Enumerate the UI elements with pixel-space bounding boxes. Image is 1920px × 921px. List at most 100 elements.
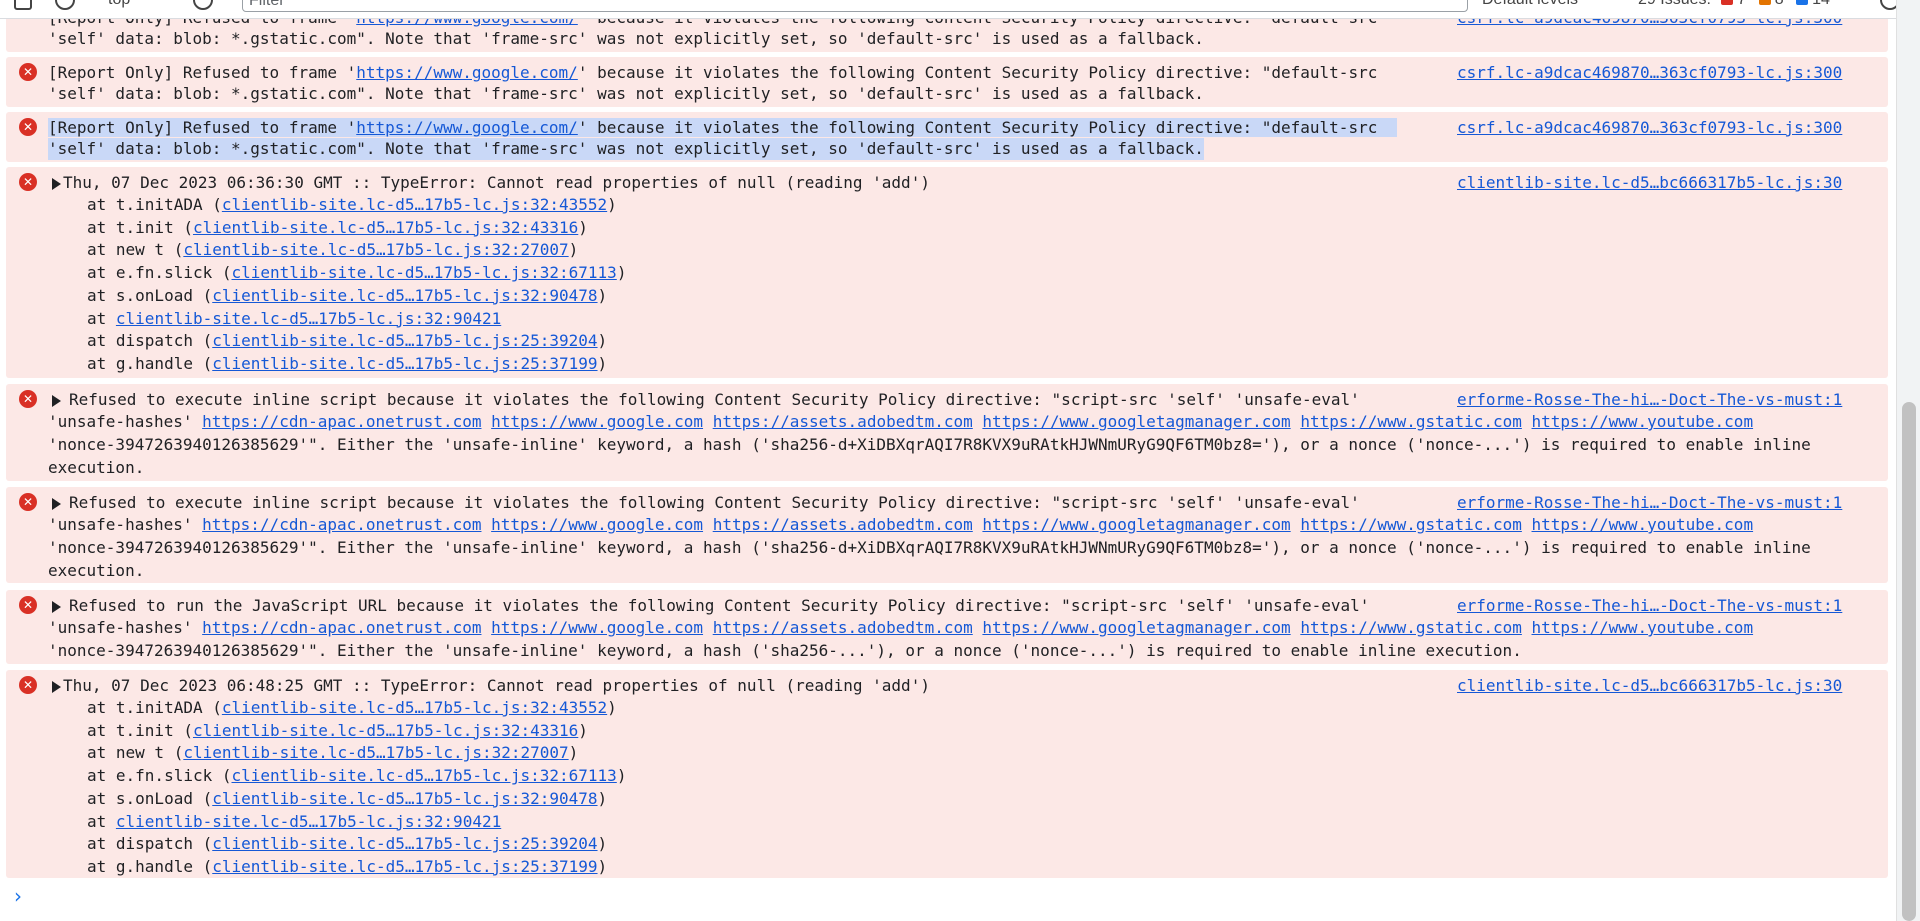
csp-host-link[interactable]: https://www.googletagmanager.com	[982, 515, 1290, 534]
frame-text: at new t (	[87, 240, 184, 260]
csp-host-link[interactable]: https://cdn-apac.onetrust.com	[202, 515, 481, 534]
stack-frame: at g.handle (clientlib-site.lc-d5…17b5-l…	[87, 856, 607, 878]
message-text: 'self' data: blob: *.gstatic.com". Note …	[48, 29, 1204, 48]
issues-counter[interactable]: 29 Issues: 7 8 14	[1638, 0, 1830, 9]
frame-text: at e.fn.slick (	[87, 263, 232, 283]
frame-link[interactable]: clientlib-site.lc-d5…17b5-lc.js:32:43552	[222, 195, 607, 214]
host-links: https://cdn-apac.onetrust.com https://ww…	[202, 618, 1753, 637]
frame-text: at g.handle (	[87, 353, 213, 373]
csp-host-link[interactable]: https://www.youtube.com	[1532, 618, 1754, 637]
csp-host-link[interactable]: https://cdn-apac.onetrust.com	[202, 618, 481, 637]
frame-link[interactable]: clientlib-site.lc-d5…17b5-lc.js:25:37199	[212, 857, 597, 876]
frame-link[interactable]: clientlib-site.lc-d5…17b5-lc.js:32:27007	[183, 240, 568, 259]
csp-host-link[interactable]: https://www.gstatic.com	[1300, 515, 1522, 534]
csp-host-link[interactable]: https://cdn-apac.onetrust.com	[202, 412, 481, 431]
stack-frame: at t.init (clientlib-site.lc-d5…17b5-lc.…	[87, 217, 588, 239]
stack-frame: at dispatch (clientlib-site.lc-d5…17b5-l…	[87, 330, 607, 352]
frame-link[interactable]: clientlib-site.lc-d5…17b5-lc.js:32:67113	[232, 263, 617, 282]
message-text: 'nonce-3947263940126385629'". Either the…	[48, 538, 1811, 557]
frame-link[interactable]: clientlib-site.lc-d5…17b5-lc.js:32:43316	[193, 721, 578, 740]
csp-host-link[interactable]: https://www.google.com	[491, 412, 703, 431]
console-message-selected[interactable]: ✕ [Report Only] Refused to frame 'https:…	[6, 112, 1888, 162]
error-headline: Thu, 07 Dec 2023 06:36:30 GMT :: TypeErr…	[63, 173, 930, 192]
csp-host-link[interactable]: https://www.googletagmanager.com	[982, 412, 1290, 431]
frame-link[interactable]: clientlib-site.lc-d5…17b5-lc.js:25:39204	[212, 331, 597, 350]
frame-link[interactable]: clientlib-site.lc-d5…17b5-lc.js:32:27007	[183, 743, 568, 762]
csp-host-link[interactable]: https://www.youtube.com	[1532, 412, 1754, 431]
frame-link[interactable]: clientlib-site.lc-d5…17b5-lc.js:32:90478	[212, 789, 597, 808]
stack-frame: at new t (clientlib-site.lc-d5…17b5-lc.j…	[87, 239, 578, 261]
csp-host-link[interactable]: https://assets.adobedtm.com	[713, 618, 973, 637]
source-link[interactable]: erforme-Rosse-The-hi…-Doct-The-vs-must:1	[1457, 492, 1842, 514]
message-text: 'unsafe-hashes'	[48, 515, 203, 534]
csp-host-link[interactable]: https://assets.adobedtm.com	[713, 515, 973, 534]
scrollbar-thumb[interactable]	[1902, 402, 1916, 921]
console-error-csp[interactable]: ✕ Refused to execute inline script becau…	[6, 487, 1888, 583]
expand-arrow-icon[interactable]	[52, 681, 61, 693]
frame-text: )	[597, 331, 608, 351]
frame-link[interactable]: clientlib-site.lc-d5…17b5-lc.js:32:90421	[116, 812, 501, 831]
error-icon: ✕	[19, 676, 37, 694]
csp-host-link[interactable]: https://www.gstatic.com	[1300, 618, 1522, 637]
frame-text: at t.initADA (	[87, 698, 222, 717]
frame-link[interactable]: clientlib-site.lc-d5…17b5-lc.js:32:90421	[116, 309, 501, 328]
context-selector[interactable]: top	[108, 0, 130, 9]
expand-arrow-icon[interactable]	[52, 601, 61, 613]
info-badge-icon	[1796, 0, 1809, 5]
console-panel: ✕ [Report Only] Refused to frame 'https:…	[0, 0, 1896, 921]
vertical-scrollbar[interactable]	[1896, 0, 1920, 921]
source-link[interactable]: erforme-Rosse-The-hi…-Doct-The-vs-must:1	[1457, 595, 1842, 617]
source-link[interactable]: clientlib-site.lc-d5…bc666317b5-lc.js:30	[1457, 172, 1842, 194]
frame-link[interactable]: clientlib-site.lc-d5…17b5-lc.js:32:43316	[193, 218, 578, 237]
frame-link[interactable]: clientlib-site.lc-d5…17b5-lc.js:32:90478	[212, 286, 597, 305]
issues-errors-count: 7	[1737, 0, 1746, 8]
source-link[interactable]: clientlib-site.lc-d5…bc666317b5-lc.js:30	[1457, 675, 1842, 697]
frame-text: at dispatch (	[87, 331, 213, 351]
clear-console-icon[interactable]	[55, 0, 75, 10]
stack-frame: at new t (clientlib-site.lc-d5…17b5-lc.j…	[87, 742, 578, 764]
csp-host-link[interactable]: https://www.google.com	[491, 515, 703, 534]
log-levels-dropdown[interactable]: Default levels	[1482, 0, 1578, 9]
stack-frame: at t.initADA (clientlib-site.lc-d5…17b5-…	[87, 697, 617, 719]
console-error-stack[interactable]: ✕ Thu, 07 Dec 2023 06:36:30 GMT :: TypeE…	[6, 167, 1888, 378]
frame-text: )	[616, 766, 627, 786]
message-text: 'self' data: blob: *.gstatic.com". Note …	[48, 84, 1204, 103]
stack-frame: at t.init (clientlib-site.lc-d5…17b5-lc.…	[87, 720, 588, 742]
csp-host-link[interactable]: https://www.googletagmanager.com	[982, 618, 1290, 637]
csp-host-link[interactable]: https://www.google.com	[491, 618, 703, 637]
frame-link[interactable]: clientlib-site.lc-d5…17b5-lc.js:32:67113	[232, 766, 617, 785]
frame-text: )	[616, 263, 627, 283]
stack-frame: at t.initADA (clientlib-site.lc-d5…17b5-…	[87, 194, 617, 216]
csp-host-link[interactable]: https://assets.adobedtm.com	[713, 412, 973, 431]
csp-host-link[interactable]: https://www.gstatic.com	[1300, 412, 1522, 431]
filter-input[interactable]: Filter	[242, 0, 1468, 12]
live-expression-icon[interactable]	[193, 0, 213, 10]
sidebar-toggle-icon[interactable]	[14, 0, 32, 10]
frame-text: at	[87, 811, 116, 831]
host-links: https://cdn-apac.onetrust.com https://ww…	[202, 412, 1753, 431]
frame-link[interactable]: clientlib-site.lc-d5…17b5-lc.js:25:39204	[212, 834, 597, 853]
frame-link[interactable]: clientlib-site.lc-d5…17b5-lc.js:25:37199	[212, 354, 597, 373]
expand-arrow-icon[interactable]	[52, 395, 61, 407]
message-link[interactable]: https://www.google.com/	[356, 118, 578, 137]
expand-arrow-icon[interactable]	[52, 498, 61, 510]
message-link[interactable]: https://www.google.com/	[356, 63, 578, 82]
csp-host-link[interactable]: https://www.youtube.com	[1532, 515, 1754, 534]
console-error-stack[interactable]: ✕ Thu, 07 Dec 2023 06:48:25 GMT :: TypeE…	[6, 670, 1888, 878]
frame-text: )	[568, 743, 579, 763]
message-text: [Report Only] Refused to frame '	[48, 118, 357, 137]
console-error-csp[interactable]: ✕ Refused to execute inline script becau…	[6, 384, 1888, 481]
console-toolbar: top Filter Default levels 29 Issues: 7 8…	[0, 0, 1920, 19]
stack-frame: at e.fn.slick (clientlib-site.lc-d5…17b5…	[87, 262, 626, 284]
source-link[interactable]: csrf.lc-a9dcac469870…363cf0793-lc.js:300	[1457, 117, 1842, 139]
source-link[interactable]: csrf.lc-a9dcac469870…363cf0793-lc.js:300	[1457, 62, 1842, 84]
console-message[interactable]: ✕ [Report Only] Refused to frame 'https:…	[6, 57, 1888, 107]
console-error-csp[interactable]: ✕ Refused to run the JavaScript URL beca…	[6, 590, 1888, 664]
expand-arrow-icon[interactable]	[52, 178, 61, 190]
frame-text: )	[597, 788, 608, 808]
error-icon: ✕	[19, 390, 37, 408]
console-prompt-icon[interactable]: ›	[14, 886, 22, 906]
stack-frame: at clientlib-site.lc-d5…17b5-lc.js:32:90…	[87, 308, 501, 330]
source-link[interactable]: erforme-Rosse-The-hi…-Doct-The-vs-must:1	[1457, 389, 1842, 411]
frame-link[interactable]: clientlib-site.lc-d5…17b5-lc.js:32:43552	[222, 698, 607, 717]
